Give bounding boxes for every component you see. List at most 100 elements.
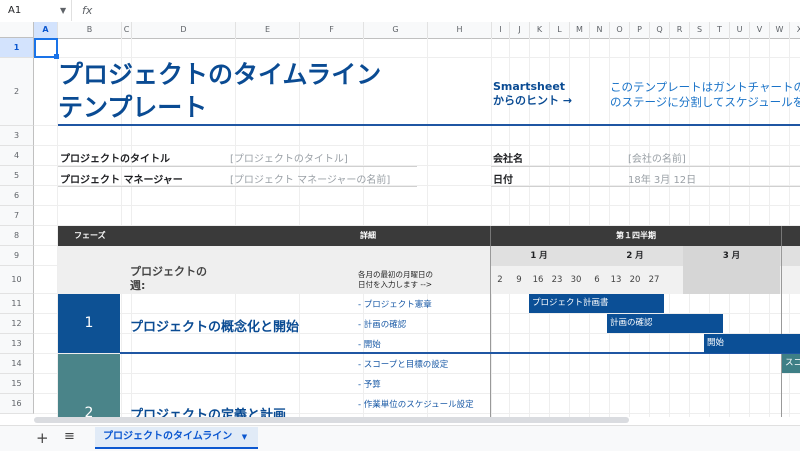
gantt-bar[interactable]: 計画の確認: [607, 314, 723, 333]
row-header[interactable]: 11: [0, 294, 34, 314]
column-header[interactable]: G: [364, 22, 428, 38]
hint-text-line-1: このテンプレートはガントチャートの: [610, 80, 800, 94]
week-date: 23: [551, 275, 563, 285]
task-item[interactable]: - 開始: [358, 338, 381, 350]
row-header[interactable]: 5: [0, 166, 34, 186]
gantt-bar[interactable]: スコ: [782, 354, 800, 373]
week-date: 6: [594, 275, 600, 285]
column-header[interactable]: F: [300, 22, 364, 38]
field-underline: [491, 166, 800, 167]
formula-bar: [0, 0, 800, 23]
horizontal-scrollbar[interactable]: [34, 417, 629, 423]
gridline: [34, 145, 800, 146]
row-header[interactable]: 7: [0, 206, 34, 226]
row-header[interactable]: 12: [0, 314, 34, 334]
quarter-header: 第１四半期: [616, 231, 656, 240]
week-date: 30: [570, 275, 582, 285]
task-item[interactable]: - 予算: [358, 378, 381, 390]
row-header[interactable]: 1: [0, 38, 34, 58]
row-header[interactable]: 10: [0, 266, 34, 294]
gantt-divider: [781, 246, 782, 417]
column-header[interactable]: D: [132, 22, 236, 38]
chevron-down-icon[interactable]: ▼: [60, 0, 66, 21]
week-date: 16: [532, 275, 544, 285]
row-header[interactable]: 4: [0, 146, 34, 166]
row-header[interactable]: 13: [0, 334, 34, 354]
company-value[interactable]: [会社の名前]: [628, 150, 686, 165]
column-header[interactable]: R: [670, 22, 690, 38]
hint-label-line-2: からのヒント →: [493, 94, 573, 107]
gridline: [34, 373, 800, 374]
column-header[interactable]: I: [492, 22, 510, 38]
week-date: 20: [629, 275, 641, 285]
week-date: 13: [610, 275, 622, 285]
column-header[interactable]: K: [530, 22, 550, 38]
phase-header: フェーズ: [74, 231, 106, 240]
hint-text: このテンプレートはガントチャートの のステージに分割してスケジュールを: [610, 80, 800, 110]
add-sheet-button[interactable]: +: [36, 429, 49, 447]
header-divider: [781, 226, 782, 246]
detail-header: 詳細: [360, 231, 376, 240]
date-value[interactable]: 18年 3月 12日: [628, 171, 696, 186]
phase-name[interactable]: プロジェクトの定義と計画: [130, 404, 286, 417]
column-header[interactable]: C: [122, 22, 132, 38]
task-item[interactable]: - プロジェクト憲章: [358, 298, 432, 310]
gantt-bar[interactable]: 開始: [704, 334, 800, 353]
row-header[interactable]: 8: [0, 226, 34, 246]
column-header[interactable]: A: [34, 22, 58, 38]
gantt-divider: [490, 246, 491, 417]
date-hint: 各月の最初の月曜日の 日付を入力します -->: [358, 270, 433, 290]
all-sheets-button[interactable]: ≡: [64, 429, 75, 444]
column-header[interactable]: H: [428, 22, 492, 38]
column-header[interactable]: X: [790, 22, 800, 38]
column-header[interactable]: W: [770, 22, 790, 38]
project-title-value[interactable]: [プロジェクトのタイトル]: [230, 150, 348, 165]
column-header[interactable]: B: [58, 22, 122, 38]
caret-down-icon[interactable]: ▼: [242, 433, 247, 441]
week-date: 27: [648, 275, 660, 285]
sheet-tab[interactable]: プロジェクトのタイムライン ▼: [95, 427, 258, 449]
date-hint-line-2: 日付を入力します -->: [358, 280, 433, 289]
field-underline: [58, 166, 417, 167]
row-header[interactable]: 9: [0, 246, 34, 266]
task-item[interactable]: - スコープと目標の設定: [358, 358, 448, 370]
manager-value[interactable]: [プロジェクト マネージャーの名前]: [230, 171, 390, 186]
column-header[interactable]: N: [590, 22, 610, 38]
select-all-corner[interactable]: [0, 22, 34, 38]
column-header[interactable]: E: [236, 22, 300, 38]
row-header[interactable]: 2: [0, 58, 34, 126]
row-header[interactable]: 3: [0, 126, 34, 146]
column-header[interactable]: S: [690, 22, 710, 38]
week-label-line-2: 週:: [130, 279, 146, 292]
column-header[interactable]: P: [630, 22, 650, 38]
row-header[interactable]: 16: [0, 394, 34, 414]
phase-name[interactable]: プロジェクトの概念化と開始: [130, 316, 299, 335]
column-header[interactable]: V: [750, 22, 770, 38]
column-header[interactable]: L: [550, 22, 570, 38]
week-date: 2: [497, 275, 503, 285]
hint-label-line-1: Smartsheet: [493, 80, 566, 93]
column-header[interactable]: U: [730, 22, 750, 38]
column-header[interactable]: M: [570, 22, 590, 38]
gridline: [34, 393, 800, 394]
row-header[interactable]: 14: [0, 354, 34, 374]
title-underline: [58, 124, 800, 126]
week-label-line-1: プロジェクトの: [130, 265, 207, 278]
date-hint-line-1: 各月の最初の月曜日の: [358, 270, 433, 279]
column-header[interactable]: O: [610, 22, 630, 38]
column-header[interactable]: J: [510, 22, 530, 38]
column-header[interactable]: T: [710, 22, 730, 38]
field-underline: [491, 186, 800, 187]
page-title: プロジェクトのタイムライン テンプレート: [58, 58, 381, 124]
week-label: プロジェクトの 週:: [130, 265, 207, 293]
column-header[interactable]: Q: [650, 22, 670, 38]
month-label: 1 月: [530, 251, 548, 261]
gantt-bar[interactable]: プロジェクト計画書: [529, 294, 664, 313]
field-underline: [58, 186, 417, 187]
hint-label: Smartsheet からのヒント →: [493, 80, 572, 108]
title-line-2: テンプレート: [58, 93, 208, 122]
row-header[interactable]: 6: [0, 186, 34, 206]
task-item[interactable]: - 計画の確認: [358, 318, 406, 330]
row-header[interactable]: 15: [0, 374, 34, 394]
task-item[interactable]: - 作業単位のスケジュール設定: [358, 398, 474, 410]
